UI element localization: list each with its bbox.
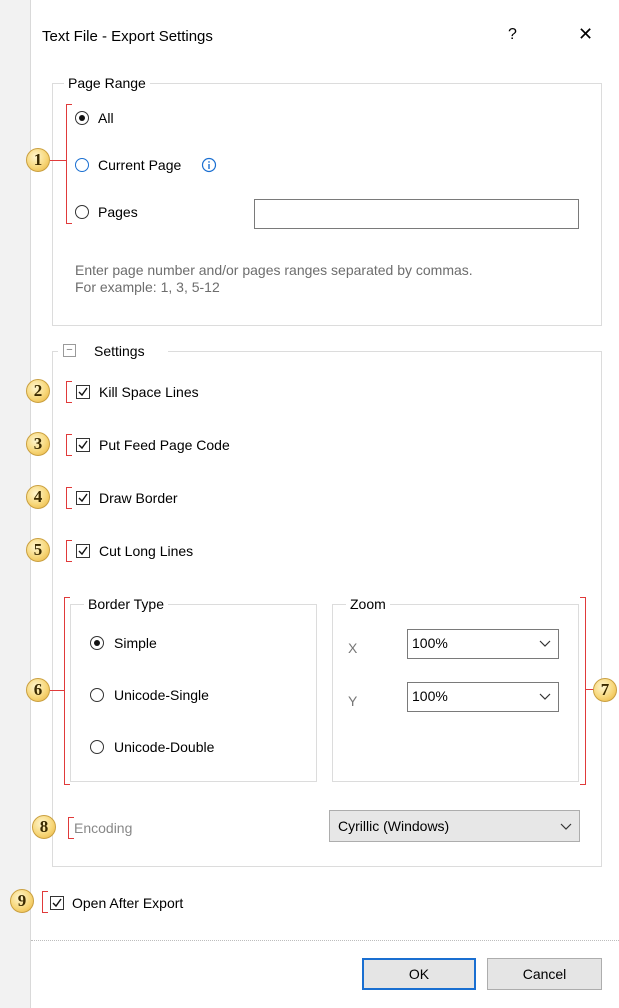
annotation-bracket-2 [66, 381, 72, 403]
help-button[interactable]: ? [508, 27, 517, 43]
annotation-badge-6: 6 [26, 678, 50, 702]
dialog-title: Text File - Export Settings [42, 28, 213, 45]
radio-current-page[interactable] [75, 158, 89, 172]
radio-pages-label: Pages [98, 204, 138, 220]
cancel-button[interactable]: Cancel [487, 958, 602, 990]
radio-pages[interactable] [75, 205, 89, 219]
footer-separator [31, 940, 619, 941]
chevron-down-icon [539, 640, 551, 647]
radio-border-simple[interactable] [90, 636, 104, 650]
checkbox-draw-border[interactable] [76, 491, 90, 505]
encoding-select[interactable]: Cyrillic (Windows) [329, 810, 580, 842]
border-simple-label: Simple [114, 635, 157, 651]
page-range-hint-line1: Enter page number and/or pages ranges se… [75, 262, 473, 278]
check-icon [52, 898, 62, 908]
checkbox-kill-space-lines[interactable] [76, 385, 90, 399]
annotation-badge-9: 9 [10, 889, 34, 913]
info-icon[interactable] [201, 157, 217, 173]
zoom-y-select[interactable]: 100% [407, 682, 559, 712]
pages-input[interactable] [254, 199, 579, 229]
annotation-bracket-4 [66, 487, 72, 509]
page-range-hint-line2: For example: 1, 3, 5-12 [75, 279, 220, 295]
ok-button[interactable]: OK [362, 958, 476, 990]
left-margin-strip [0, 0, 30, 1008]
zoom-y-label: Y [348, 693, 358, 709]
radio-border-unicode-double[interactable] [90, 740, 104, 754]
annotation-connector-1 [50, 160, 66, 161]
annotation-badge-5: 5 [26, 538, 50, 562]
zoom-y-value: 100% [412, 688, 448, 704]
encoding-label: Encoding [74, 820, 133, 836]
chevron-down-icon [560, 823, 572, 830]
border-unicode-single-label: Unicode-Single [114, 687, 209, 703]
annotation-bracket-1 [66, 104, 72, 224]
annotation-bracket-7 [580, 597, 586, 785]
check-icon [78, 440, 88, 450]
annotation-badge-2: 2 [26, 379, 50, 403]
annotation-bracket-5 [66, 540, 72, 562]
annotation-badge-8: 8 [32, 815, 56, 839]
annotation-bracket-9 [42, 891, 48, 913]
zoom-x-value: 100% [412, 635, 448, 651]
open-after-export-label: Open After Export [72, 895, 184, 911]
collapse-icon[interactable]: − [63, 344, 76, 357]
close-button[interactable]: ✕ [578, 25, 593, 43]
settings-legend: Settings [94, 343, 145, 359]
put-feed-page-code-label: Put Feed Page Code [99, 437, 230, 453]
radio-all[interactable] [75, 111, 89, 125]
annotation-badge-3: 3 [26, 432, 50, 456]
radio-all-label: All [98, 110, 114, 126]
chevron-down-icon [539, 693, 551, 700]
annotation-connector-6 [50, 690, 64, 691]
kill-space-lines-label: Kill Space Lines [99, 384, 199, 400]
border-type-legend: Border Type [84, 596, 169, 612]
page-range-legend: Page Range [64, 75, 150, 91]
check-icon [78, 546, 88, 556]
cut-long-lines-label: Cut Long Lines [99, 543, 194, 559]
checkbox-put-feed-page-code[interactable] [76, 438, 90, 452]
zoom-x-select[interactable]: 100% [407, 629, 559, 659]
radio-current-page-label: Current Page [98, 157, 182, 173]
annotation-bracket-3 [66, 434, 72, 456]
annotation-bracket-6 [64, 597, 70, 785]
zoom-legend: Zoom [346, 596, 390, 612]
checkbox-open-after-export[interactable] [50, 896, 64, 910]
draw-border-label: Draw Border [99, 490, 178, 506]
annotation-badge-1: 1 [26, 148, 50, 172]
check-icon [78, 493, 88, 503]
check-icon [78, 387, 88, 397]
encoding-value: Cyrillic (Windows) [338, 818, 450, 834]
checkbox-cut-long-lines[interactable] [76, 544, 90, 558]
radio-border-unicode-single[interactable] [90, 688, 104, 702]
annotation-badge-4: 4 [26, 485, 50, 509]
border-unicode-double-label: Unicode-Double [114, 739, 215, 755]
annotation-badge-7: 7 [593, 678, 617, 702]
zoom-x-label: X [348, 640, 358, 656]
